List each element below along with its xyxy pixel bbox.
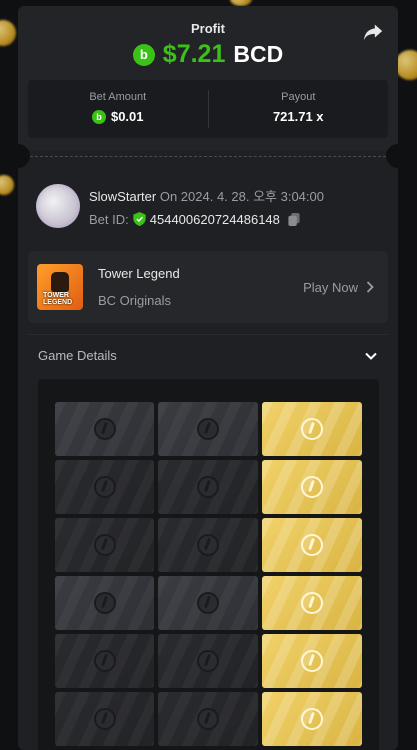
bc-coin-icon: b: [132, 43, 155, 66]
tower-tile: [158, 518, 258, 572]
profit-title: Profit: [191, 21, 225, 36]
tower-tile: [158, 634, 258, 688]
copy-icon[interactable]: [288, 212, 300, 226]
egg-icon: [93, 650, 116, 672]
egg-icon: [301, 592, 323, 614]
bet-detail-panel: Profit b $7.21 BCD Bet Amount b $0.01 Pa…: [18, 6, 398, 750]
shield-check-icon: [133, 212, 146, 226]
bc-coin-icon: b: [91, 109, 106, 124]
game-details-title: Game Details: [38, 348, 117, 363]
avatar[interactable]: [36, 184, 80, 228]
tower-tile-revealed: [262, 518, 362, 572]
egg-icon: [301, 708, 323, 730]
on-label: On: [159, 188, 178, 204]
game-name: Tower Legend: [98, 266, 180, 281]
profit-header: Profit b $7.21 BCD Bet Amount b $0.01 Pa…: [18, 6, 398, 151]
egg-icon: [197, 708, 219, 730]
game-card[interactable]: TOWER LEGEND Tower Legend BC Originals P…: [28, 251, 388, 323]
tower-tile-revealed: [262, 402, 362, 456]
game-thumbnail-text: TOWER LEGEND: [43, 292, 73, 306]
bet-id-label: Bet ID:: [89, 211, 129, 227]
tower-tile-revealed: [262, 692, 362, 746]
egg-icon: [93, 418, 116, 440]
tower-tile: [55, 692, 154, 746]
decorative-coin: [395, 50, 417, 80]
share-icon[interactable]: [362, 22, 384, 42]
bet-id-value: 454400620724486148: [149, 211, 280, 227]
payout-label: Payout: [281, 91, 316, 103]
egg-icon: [301, 418, 323, 440]
bet-stats: Bet Amount b $0.01 Payout 721.71 x: [28, 80, 388, 138]
egg-icon: [197, 592, 219, 614]
tower-tile: [55, 402, 154, 456]
profit-amount: b $7.21 BCD: [18, 40, 398, 69]
decorative-coin: [0, 20, 16, 46]
tower-tile-revealed: [262, 576, 362, 630]
chevron-down-icon[interactable]: [364, 349, 378, 363]
decorative-coin: [0, 175, 14, 195]
bet-amount-value: $0.01: [110, 109, 144, 124]
egg-icon: [301, 650, 323, 672]
play-now-button[interactable]: Play Now: [303, 280, 374, 295]
game-thumbnail: TOWER LEGEND: [37, 264, 83, 310]
game-provider: BC Originals: [98, 293, 171, 308]
tower-tile: [158, 460, 258, 514]
egg-icon: [197, 650, 219, 672]
egg-icon: [93, 476, 116, 498]
tower-board: [38, 379, 379, 750]
payout-stat: Payout 721.71 x: [209, 80, 389, 138]
egg-icon: [93, 534, 116, 556]
bet-amount-stat: Bet Amount b $0.01: [28, 80, 208, 138]
tower-tile-revealed: [262, 460, 362, 514]
bet-user-row: SlowStarter On 2024. 4. 28. 오후 3:04:00 B…: [36, 181, 388, 231]
tower-tile: [55, 634, 154, 688]
egg-icon: [197, 534, 219, 556]
profit-currency: BCD: [233, 41, 284, 67]
ticket-perforation: [18, 144, 398, 168]
payout-value: 721.71 x: [272, 109, 324, 124]
chevron-right-icon: [366, 281, 374, 293]
tower-tile: [158, 576, 258, 630]
bet-datetime: 2024. 4. 28. 오후 3:04:00: [180, 188, 324, 204]
egg-icon: [301, 476, 323, 498]
tower-tile: [55, 576, 154, 630]
tower-tile-revealed: [262, 634, 362, 688]
egg-icon: [93, 592, 116, 614]
bet-amount-label: Bet Amount: [89, 91, 147, 103]
tower-tile: [158, 692, 258, 746]
tower-tile: [55, 460, 154, 514]
egg-icon: [197, 476, 219, 498]
egg-icon: [301, 534, 323, 556]
egg-icon: [93, 708, 116, 730]
tower-tile: [158, 402, 258, 456]
tower-tile: [55, 518, 154, 572]
egg-icon: [197, 418, 219, 440]
profit-value: $7.21: [162, 40, 226, 68]
username[interactable]: SlowStarter: [89, 189, 156, 204]
tower-grid: [55, 402, 362, 746]
play-now-label: Play Now: [303, 279, 358, 295]
game-details-toggle[interactable]: Game Details: [28, 334, 388, 376]
